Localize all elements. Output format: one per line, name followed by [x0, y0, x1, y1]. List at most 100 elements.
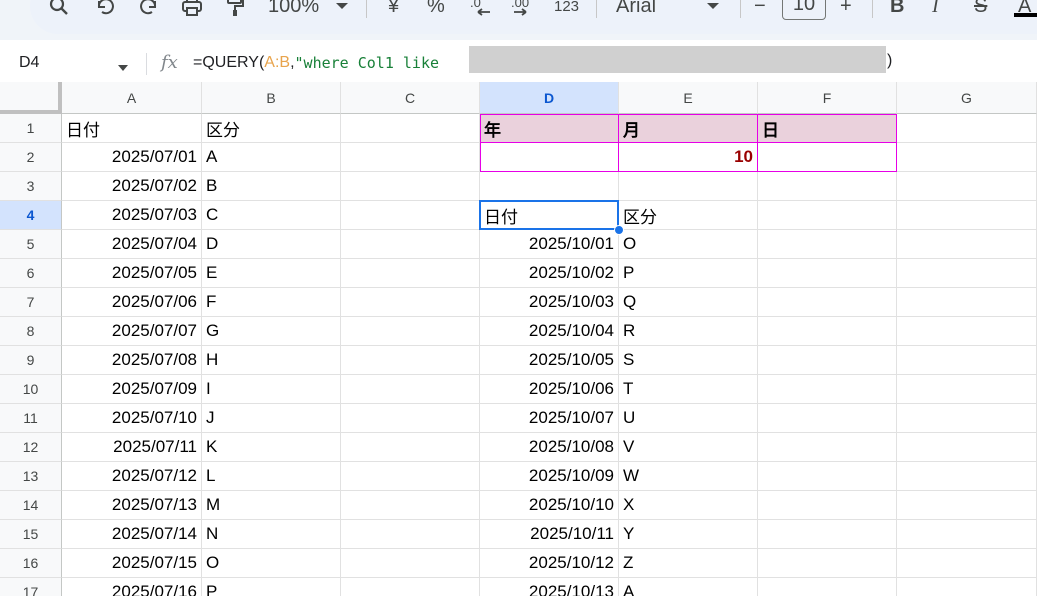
cell-f11[interactable] — [758, 404, 897, 433]
cell-d15[interactable]: 2025/10/11 — [480, 520, 619, 549]
cell-b11[interactable]: J — [202, 404, 341, 433]
cell-e2[interactable]: 10 — [619, 143, 758, 172]
cell-c11[interactable] — [341, 404, 480, 433]
cell-d12[interactable]: 2025/10/08 — [480, 433, 619, 462]
bold-button[interactable]: B — [890, 0, 904, 18]
cell-c5[interactable] — [341, 230, 480, 259]
cell-d11[interactable]: 2025/10/07 — [480, 404, 619, 433]
cell-e10[interactable]: T — [619, 375, 758, 404]
cell-e13[interactable]: W — [619, 462, 758, 491]
cell-c6[interactable] — [341, 259, 480, 288]
cell-a1[interactable]: 日付 — [62, 114, 202, 143]
cell-d3[interactable] — [480, 172, 619, 201]
cell-a10[interactable]: 2025/07/09 — [62, 375, 202, 404]
cell-f12[interactable] — [758, 433, 897, 462]
cell-b5[interactable]: D — [202, 230, 341, 259]
cell-g8[interactable] — [897, 317, 1037, 346]
cell-e9[interactable]: S — [619, 346, 758, 375]
cell-g10[interactable] — [897, 375, 1037, 404]
cell-b12[interactable]: K — [202, 433, 341, 462]
cell-a6[interactable]: 2025/07/05 — [62, 259, 202, 288]
undo-icon[interactable] — [94, 0, 116, 18]
cell-d8[interactable]: 2025/10/04 — [480, 317, 619, 346]
cell-e5[interactable]: O — [619, 230, 758, 259]
cell-e4[interactable]: 区分 — [619, 201, 758, 230]
select-all-corner[interactable] — [0, 82, 62, 114]
column-header-g[interactable]: G — [897, 82, 1037, 114]
italic-button[interactable]: I — [932, 0, 939, 18]
font-select[interactable]: Arial — [616, 0, 656, 18]
cell-g11[interactable] — [897, 404, 1037, 433]
column-header-b[interactable]: B — [202, 82, 341, 114]
paint-format-icon[interactable] — [224, 0, 246, 18]
cell-a3[interactable]: 2025/07/02 — [62, 172, 202, 201]
cell-a13[interactable]: 2025/07/12 — [62, 462, 202, 491]
cell-g15[interactable] — [897, 520, 1037, 549]
cell-e6[interactable]: P — [619, 259, 758, 288]
cell-e17[interactable]: A — [619, 578, 758, 596]
cell-g17[interactable] — [897, 578, 1037, 596]
cell-b9[interactable]: H — [202, 346, 341, 375]
cell-f14[interactable] — [758, 491, 897, 520]
row-header-16[interactable]: 16 — [0, 549, 62, 578]
cell-e1[interactable]: 月 — [619, 114, 758, 143]
row-header-14[interactable]: 14 — [0, 491, 62, 520]
cell-g5[interactable] — [897, 230, 1037, 259]
cell-c15[interactable] — [341, 520, 480, 549]
cell-a12[interactable]: 2025/07/11 — [62, 433, 202, 462]
cell-e16[interactable]: Z — [619, 549, 758, 578]
chevron-down-icon[interactable] — [335, 0, 349, 18]
cell-b7[interactable]: F — [202, 288, 341, 317]
cell-b1[interactable]: 区分 — [202, 114, 341, 143]
row-header-9[interactable]: 9 — [0, 346, 62, 375]
cell-c2[interactable] — [341, 143, 480, 172]
cell-f1[interactable]: 日 — [758, 114, 897, 143]
cell-a4[interactable]: 2025/07/03 — [62, 201, 202, 230]
cell-d17[interactable]: 2025/10/13 — [480, 578, 619, 596]
cell-f8[interactable] — [758, 317, 897, 346]
cell-f3[interactable] — [758, 172, 897, 201]
cell-c3[interactable] — [341, 172, 480, 201]
redo-icon[interactable] — [138, 0, 160, 18]
row-header-6[interactable]: 6 — [0, 259, 62, 288]
row-header-17[interactable]: 17 — [0, 578, 62, 596]
column-header-f[interactable]: F — [758, 82, 897, 114]
formula-input[interactable]: =QUERY(A:B, "where Col1 like — [193, 54, 448, 72]
cell-a8[interactable]: 2025/07/07 — [62, 317, 202, 346]
row-header-4[interactable]: 4 — [0, 201, 62, 230]
cell-e12[interactable]: V — [619, 433, 758, 462]
cell-a11[interactable]: 2025/07/10 — [62, 404, 202, 433]
cell-e8[interactable]: R — [619, 317, 758, 346]
cell-f9[interactable] — [758, 346, 897, 375]
cell-c12[interactable] — [341, 433, 480, 462]
cell-d4[interactable]: 日付 — [480, 201, 619, 230]
cell-c8[interactable] — [341, 317, 480, 346]
row-header-12[interactable]: 12 — [0, 433, 62, 462]
cell-b14[interactable]: M — [202, 491, 341, 520]
cell-c14[interactable] — [341, 491, 480, 520]
cell-e15[interactable]: Y — [619, 520, 758, 549]
cell-d1[interactable]: 年 — [480, 114, 619, 143]
cell-g4[interactable] — [897, 201, 1037, 230]
chevron-down-icon[interactable] — [117, 59, 129, 77]
fill-handle[interactable] — [614, 225, 624, 235]
cell-b8[interactable]: G — [202, 317, 341, 346]
percent-format-button[interactable]: % — [427, 0, 445, 18]
decrease-font-size-button[interactable]: − — [754, 0, 766, 18]
row-header-11[interactable]: 11 — [0, 404, 62, 433]
cell-g13[interactable] — [897, 462, 1037, 491]
cell-g14[interactable] — [897, 491, 1037, 520]
cell-a15[interactable]: 2025/07/14 — [62, 520, 202, 549]
column-header-c[interactable]: C — [341, 82, 480, 114]
cell-a5[interactable]: 2025/07/04 — [62, 230, 202, 259]
strikethrough-button[interactable]: S — [974, 0, 987, 18]
font-size-input[interactable]: 10 — [782, 0, 826, 20]
cell-c4[interactable] — [341, 201, 480, 230]
cell-a2[interactable]: 2025/07/01 — [62, 143, 202, 172]
column-header-d[interactable]: D — [480, 82, 619, 114]
cell-g2[interactable] — [897, 143, 1037, 172]
cell-d14[interactable]: 2025/10/10 — [480, 491, 619, 520]
spreadsheet-grid[interactable]: A B C D E F G 1 2 3 4 5 6 7 8 9 10 11 12 13 14 15 16 17 日付 区分年月日 2… — [0, 82, 1037, 596]
row-header-8[interactable]: 8 — [0, 317, 62, 346]
cell-e14[interactable]: X — [619, 491, 758, 520]
